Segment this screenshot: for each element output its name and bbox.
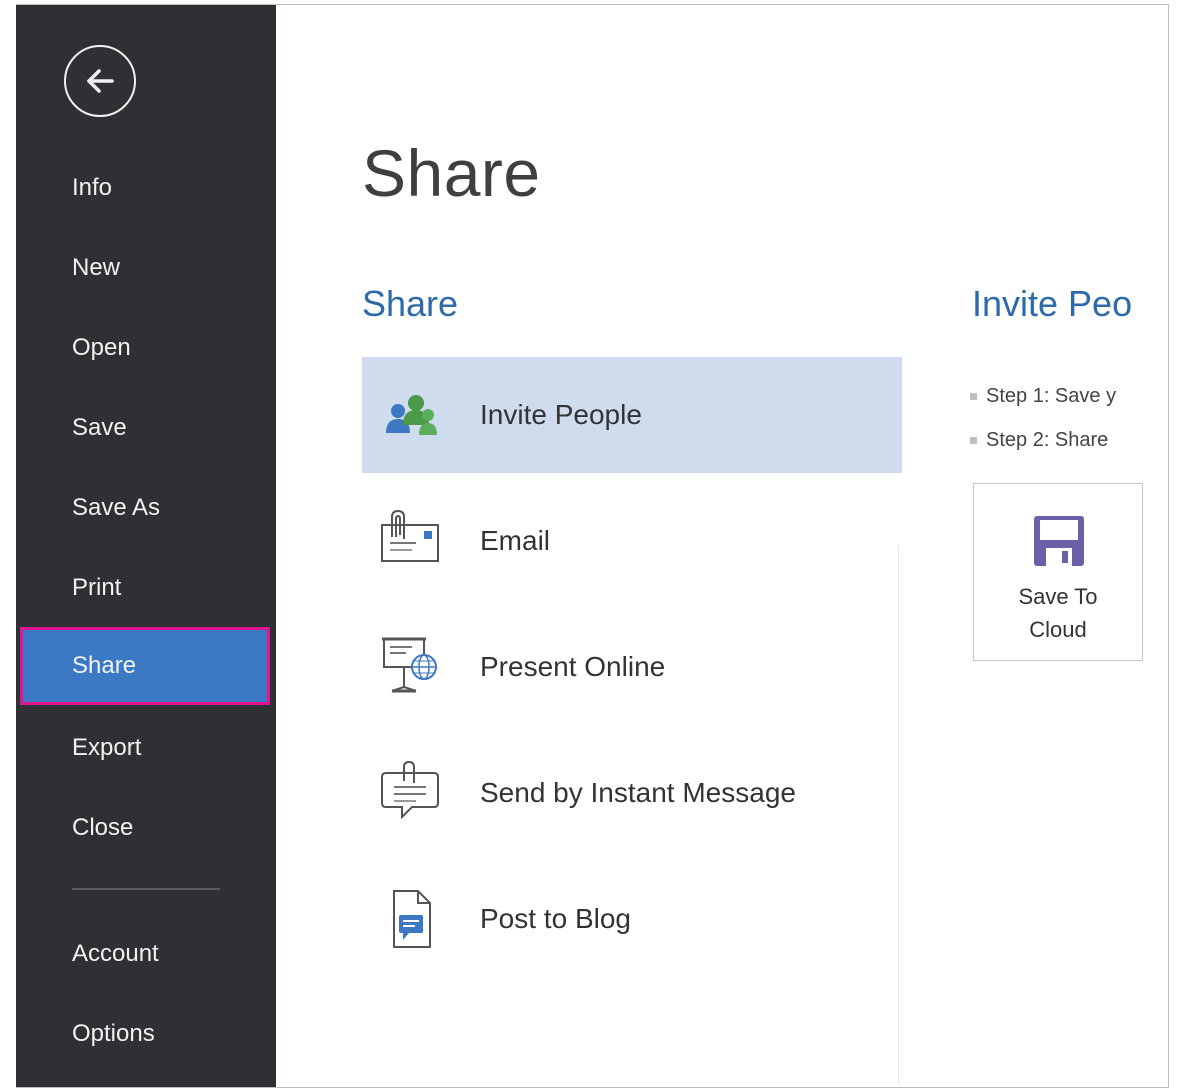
backstage-sidebar: Info New Open Save Save As Print Share E…	[16, 5, 276, 1087]
save-to-cloud-line2: Cloud	[1029, 617, 1087, 642]
section-heading: Share	[362, 283, 459, 324]
blog-icon	[393, 890, 431, 948]
main-content: Share Share Invite People Email Present …	[276, 5, 1168, 1087]
instant-message-icon	[381, 760, 439, 820]
save-to-cloud-label: Save To Cloud	[974, 580, 1142, 646]
nav-item-account[interactable]: Account	[20, 926, 270, 982]
floppy-disk-icon	[1034, 516, 1084, 566]
backstage-window: Info New Open Save Save As Print Share E…	[16, 4, 1169, 1088]
bullet-icon	[970, 437, 977, 444]
save-to-cloud-button[interactable]: Save To Cloud	[973, 483, 1143, 661]
option-label: Send by Instant Message	[480, 777, 796, 808]
nav-item-close[interactable]: Close	[20, 800, 270, 856]
nav-item-print[interactable]: Print	[20, 560, 270, 616]
option-send-instant-message[interactable]: Send by Instant Message	[362, 735, 902, 851]
step-item: Step 1: Save y	[970, 385, 1117, 408]
back-button[interactable]	[64, 45, 136, 117]
nav-item-new[interactable]: New	[20, 240, 270, 296]
option-label: Post to Blog	[480, 903, 631, 934]
step-text: Step 2: Share	[986, 429, 1109, 451]
email-icon	[381, 509, 439, 562]
sidebar-divider	[72, 888, 220, 890]
nav-item-info[interactable]: Info	[20, 160, 270, 216]
back-arrow-icon	[87, 69, 114, 93]
present-online-icon	[382, 637, 437, 693]
people-icon	[386, 395, 437, 435]
column-divider	[898, 545, 899, 1085]
save-to-cloud-line1: Save To	[1018, 584, 1098, 609]
nav-item-save[interactable]: Save	[20, 400, 270, 456]
option-present-online[interactable]: Present Online	[362, 609, 902, 725]
nav-item-export[interactable]: Export	[20, 720, 270, 776]
option-label: Invite People	[480, 399, 642, 430]
option-label: Present Online	[480, 651, 666, 682]
option-post-to-blog[interactable]: Post to Blog	[362, 861, 902, 977]
nav-item-save-as[interactable]: Save As	[20, 480, 270, 536]
nav-item-open[interactable]: Open	[20, 320, 270, 376]
nav-item-share[interactable]: Share	[20, 627, 270, 705]
page-title: Share	[362, 136, 541, 210]
option-label: Email	[480, 525, 551, 556]
nav-item-options[interactable]: Options	[20, 1006, 270, 1062]
option-email[interactable]: Email	[362, 483, 902, 599]
step-text: Step 1: Save y	[986, 385, 1117, 407]
detail-heading: Invite Peo	[972, 283, 1133, 324]
option-invite-people[interactable]: Invite People	[362, 357, 902, 473]
bullet-icon	[970, 393, 977, 400]
step-item: Step 2: Share	[970, 429, 1109, 452]
